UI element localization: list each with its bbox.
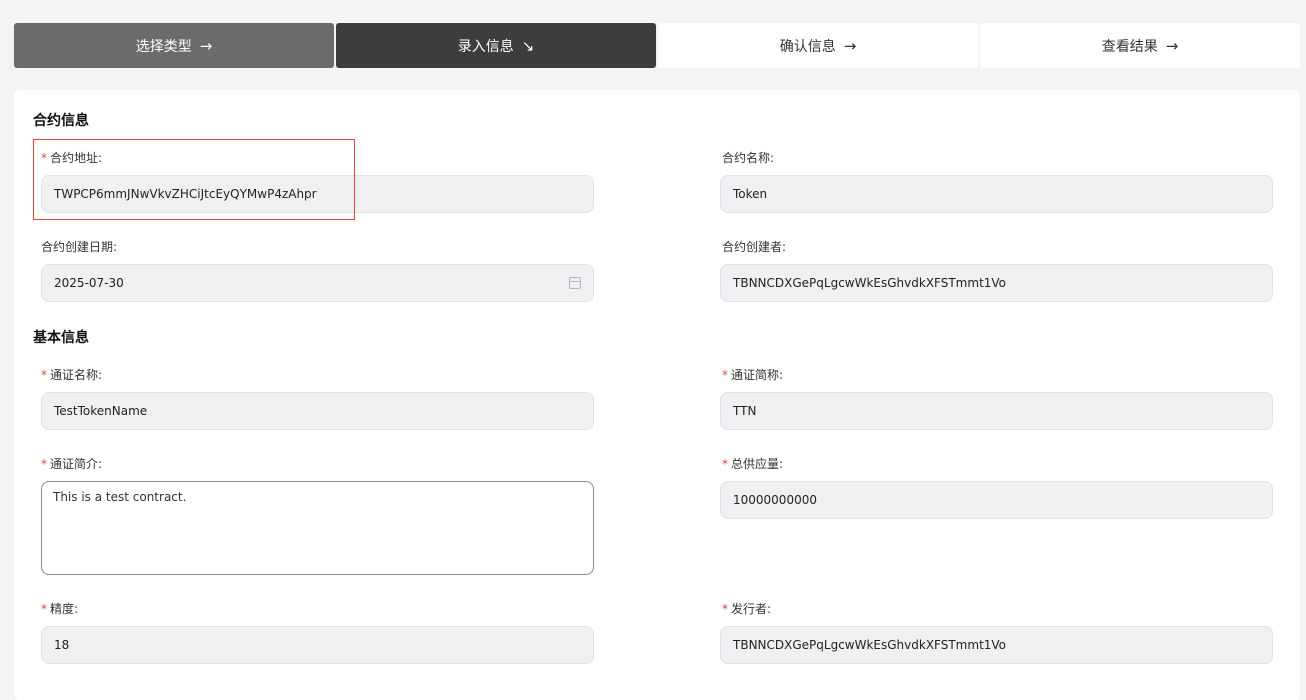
issuer-label: * 发行者: <box>722 602 772 616</box>
total-supply-label: * 总供应量: <box>722 457 784 471</box>
required-mark: * <box>722 457 728 471</box>
contract-name-label: 合约名称: <box>722 151 775 165</box>
required-mark: * <box>41 457 47 471</box>
contract-address-field[interactable]: TWPCP6mmJNwVkvZHCiJtcEyQYMwP4zAhpr <box>41 175 594 213</box>
arrow-right-icon: → <box>199 36 213 55</box>
required-mark: * <box>722 602 728 616</box>
step-label: 查看结果 <box>1101 38 1158 55</box>
step-select-type[interactable]: 选择类型 → <box>14 23 334 68</box>
step-bar: 选择类型 → 录入信息 ↘ 确认信息 → 查看结果 → <box>14 23 1300 68</box>
token-name-field[interactable]: TestTokenName <box>41 392 594 430</box>
token-symbol-field[interactable]: TTN <box>720 392 1273 430</box>
contract-created-date-field[interactable]: 2025-07-30 <box>41 264 594 302</box>
required-mark: * <box>722 368 728 382</box>
step-label: 录入信息 <box>457 38 514 55</box>
step-enter-info[interactable]: 录入信息 ↘ <box>336 23 656 68</box>
contract-created-date-label: 合约创建日期: <box>41 240 118 254</box>
step-label: 选择类型 <box>135 38 192 55</box>
step-confirm-info[interactable]: 确认信息 → <box>658 23 978 68</box>
required-mark: * <box>41 151 47 165</box>
token-intro-textarea[interactable]: This is a test contract. <box>41 481 594 575</box>
total-supply-field[interactable]: 10000000000 <box>720 481 1273 519</box>
arrow-right-icon: → <box>1165 36 1179 55</box>
contract-creator-field[interactable]: TBNNCDXGePqLgcwWkEsGhvdkXFSTmmt1Vo <box>720 264 1273 302</box>
token-symbol-label: * 通证简称: <box>722 368 784 382</box>
contract-name-field[interactable]: Token <box>720 175 1273 213</box>
step-label: 确认信息 <box>779 38 836 55</box>
token-intro-label: * 通证简介: <box>41 457 103 471</box>
required-mark: * <box>41 602 47 616</box>
issuer-field[interactable]: TBNNCDXGePqLgcwWkEsGhvdkXFSTmmt1Vo <box>720 626 1273 664</box>
contract-creator-label: 合约创建者: <box>722 240 787 254</box>
section-title-contract: 合约信息 <box>33 113 89 129</box>
arrow-down-right-icon: ↘ <box>521 36 535 55</box>
section-title-basic: 基本信息 <box>33 330 89 346</box>
arrow-right-icon: → <box>843 36 857 55</box>
precision-label: * 精度: <box>41 602 79 616</box>
token-name-label: * 通证名称: <box>41 368 103 382</box>
contract-address-label: * 合约地址: <box>41 151 103 165</box>
required-mark: * <box>41 368 47 382</box>
step-view-result[interactable]: 查看结果 → <box>980 23 1300 68</box>
date-value: 2025-07-30 <box>54 276 124 290</box>
precision-field[interactable]: 18 <box>41 626 594 664</box>
calendar-icon[interactable] <box>569 277 581 289</box>
